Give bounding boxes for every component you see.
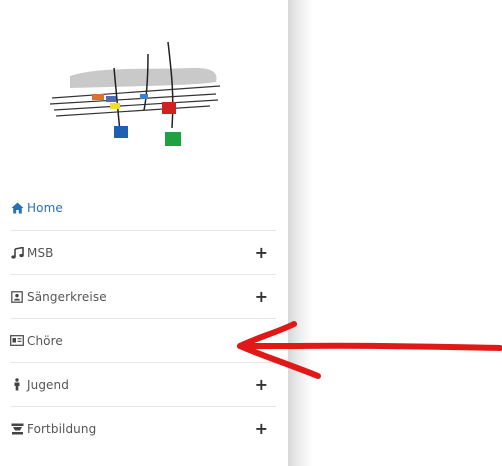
nav-label-msb: MSB <box>27 245 54 260</box>
home-icon <box>10 201 24 215</box>
id-card-icon <box>10 334 24 348</box>
nav-label-jugend: Jugend <box>27 377 69 392</box>
nav-label-fortbildung: Fortbildung <box>27 421 97 436</box>
address-book-icon <box>10 290 24 304</box>
sidebar: Home MSB + Sängerkreise + Chöre Jugend +… <box>0 0 288 466</box>
nav-label-home: Home <box>27 201 63 215</box>
nav-label-choere: Chöre <box>27 333 63 348</box>
annotation-arrow-icon <box>237 321 502 379</box>
expand-msb-icon[interactable]: + <box>255 244 268 261</box>
nav-item-home[interactable]: Home <box>10 186 276 230</box>
graduation-cap-icon <box>10 422 24 436</box>
logo <box>49 41 221 146</box>
person-icon <box>10 378 24 392</box>
nav-label-saengerkreise: Sängerkreise <box>27 289 107 304</box>
expand-saengerkreise-icon[interactable]: + <box>255 288 268 305</box>
nav-item-fortbildung[interactable]: Fortbildung + <box>10 406 276 450</box>
music-note-icon <box>10 246 24 260</box>
nav-item-saengerkreise[interactable]: Sängerkreise + <box>10 274 276 318</box>
expand-fortbildung-icon[interactable]: + <box>255 420 268 437</box>
sidebar-shadow <box>288 0 312 466</box>
nav-item-msb[interactable]: MSB + <box>10 230 276 274</box>
